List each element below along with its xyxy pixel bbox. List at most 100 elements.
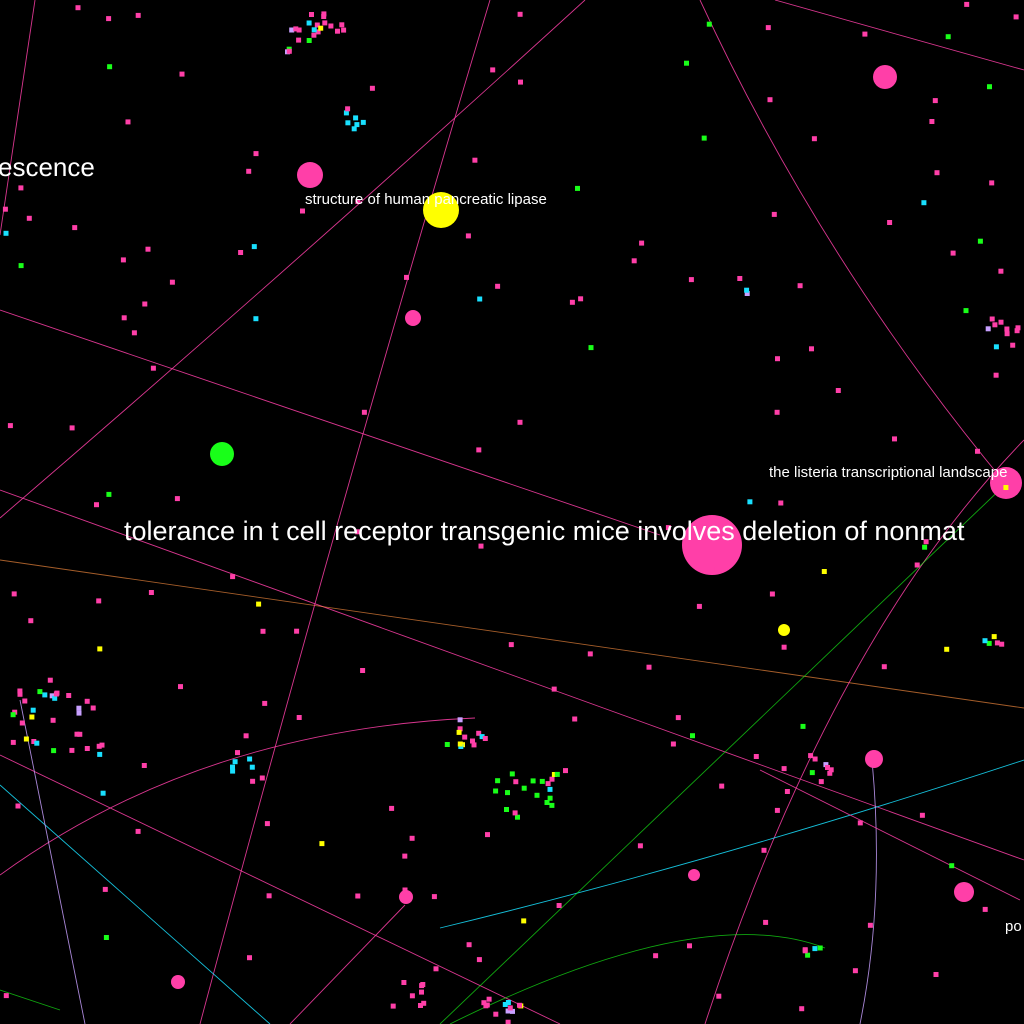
node[interactable] bbox=[30, 707, 36, 713]
node[interactable] bbox=[805, 952, 811, 958]
node[interactable] bbox=[1013, 14, 1019, 20]
node[interactable] bbox=[178, 684, 183, 690]
node[interactable] bbox=[238, 250, 244, 255]
node[interactable] bbox=[96, 598, 102, 604]
citation-network-graph[interactable]: escence structure of human pancreatic li… bbox=[0, 0, 1024, 1024]
node[interactable] bbox=[389, 805, 395, 811]
node[interactable] bbox=[572, 716, 578, 722]
node[interactable] bbox=[675, 715, 681, 721]
node[interactable] bbox=[306, 38, 312, 43]
node[interactable] bbox=[989, 180, 995, 186]
node[interactable] bbox=[103, 935, 109, 940]
node[interactable] bbox=[774, 807, 780, 813]
node[interactable] bbox=[76, 710, 82, 716]
node[interactable] bbox=[687, 943, 692, 949]
node[interactable] bbox=[867, 922, 873, 928]
node[interactable] bbox=[264, 821, 270, 827]
node[interactable] bbox=[249, 764, 255, 770]
node[interactable] bbox=[354, 122, 360, 128]
node[interactable] bbox=[52, 695, 58, 701]
node[interactable] bbox=[545, 781, 551, 787]
node[interactable] bbox=[929, 119, 935, 124]
node[interactable] bbox=[987, 84, 992, 90]
node[interactable] bbox=[809, 346, 814, 352]
node[interactable] bbox=[210, 442, 234, 466]
node[interactable] bbox=[251, 244, 257, 250]
node[interactable] bbox=[3, 230, 9, 236]
node[interactable] bbox=[266, 893, 272, 899]
node[interactable] bbox=[74, 731, 80, 737]
node[interactable] bbox=[507, 1005, 513, 1011]
node[interactable] bbox=[306, 20, 312, 26]
node[interactable] bbox=[761, 847, 767, 853]
node[interactable] bbox=[588, 345, 594, 351]
node[interactable] bbox=[10, 739, 16, 745]
node[interactable] bbox=[84, 698, 90, 704]
node[interactable] bbox=[914, 562, 920, 568]
node[interactable] bbox=[934, 170, 940, 176]
node[interactable] bbox=[107, 64, 113, 70]
node[interactable] bbox=[549, 776, 555, 782]
node[interactable] bbox=[637, 843, 643, 849]
node[interactable] bbox=[246, 168, 252, 174]
node[interactable] bbox=[345, 106, 351, 112]
node[interactable] bbox=[993, 344, 999, 350]
node[interactable] bbox=[401, 980, 407, 985]
node[interactable] bbox=[69, 747, 75, 753]
node[interactable] bbox=[1015, 325, 1021, 331]
node[interactable] bbox=[341, 27, 347, 33]
node[interactable] bbox=[75, 5, 81, 11]
node[interactable] bbox=[66, 693, 72, 698]
node[interactable] bbox=[1004, 331, 1010, 337]
node[interactable] bbox=[260, 628, 266, 634]
node[interactable] bbox=[781, 766, 787, 772]
node[interactable] bbox=[102, 886, 108, 892]
node[interactable] bbox=[7, 423, 13, 429]
node[interactable] bbox=[944, 646, 950, 652]
node[interactable] bbox=[505, 790, 510, 796]
node[interactable] bbox=[799, 1006, 805, 1012]
node[interactable] bbox=[293, 26, 299, 32]
node[interactable] bbox=[484, 1002, 490, 1008]
node[interactable] bbox=[369, 85, 375, 91]
node[interactable] bbox=[321, 14, 327, 19]
node[interactable] bbox=[470, 738, 475, 744]
node[interactable] bbox=[462, 734, 468, 740]
node[interactable] bbox=[495, 778, 501, 784]
node[interactable] bbox=[444, 742, 450, 747]
node[interactable] bbox=[335, 28, 340, 34]
node[interactable] bbox=[339, 22, 345, 28]
node[interactable] bbox=[29, 714, 35, 720]
node[interactable] bbox=[148, 590, 154, 595]
node[interactable] bbox=[982, 638, 988, 644]
node[interactable] bbox=[706, 21, 712, 27]
node[interactable] bbox=[1010, 342, 1016, 348]
node[interactable] bbox=[402, 853, 408, 859]
node[interactable] bbox=[53, 691, 59, 697]
node[interactable] bbox=[714, 567, 720, 573]
node[interactable] bbox=[517, 11, 523, 17]
node[interactable] bbox=[653, 953, 659, 959]
node[interactable] bbox=[999, 641, 1005, 647]
node[interactable] bbox=[505, 1000, 511, 1005]
node[interactable] bbox=[977, 238, 983, 244]
node[interactable] bbox=[670, 741, 676, 747]
node[interactable] bbox=[992, 322, 998, 328]
node[interactable] bbox=[696, 603, 702, 609]
node[interactable] bbox=[296, 715, 302, 720]
node[interactable] bbox=[646, 664, 652, 670]
node[interactable] bbox=[921, 200, 927, 206]
node[interactable] bbox=[171, 975, 185, 989]
node[interactable] bbox=[802, 948, 808, 954]
node[interactable] bbox=[495, 283, 501, 289]
node[interactable] bbox=[169, 279, 175, 285]
node[interactable] bbox=[892, 436, 897, 442]
node[interactable] bbox=[51, 748, 57, 754]
node[interactable] bbox=[296, 37, 302, 43]
node[interactable] bbox=[247, 756, 253, 762]
node[interactable] bbox=[253, 316, 259, 322]
node[interactable] bbox=[631, 258, 637, 264]
node[interactable] bbox=[549, 802, 555, 808]
node[interactable] bbox=[690, 733, 695, 739]
node[interactable] bbox=[701, 135, 707, 141]
